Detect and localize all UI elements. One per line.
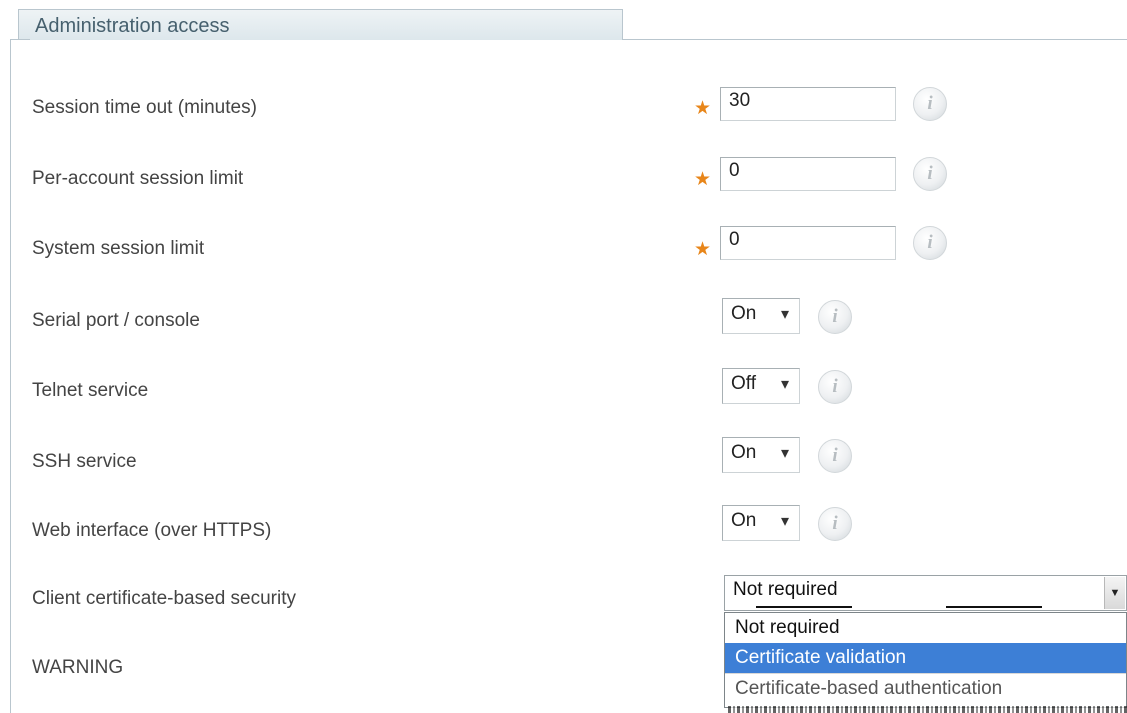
serial-port-value: On [731, 303, 757, 324]
system-limit-label: System session limit [32, 238, 205, 259]
warning-label: WARNING [32, 657, 124, 678]
section-header: Administration access [18, 9, 623, 40]
web-interface-label: Web interface (over HTTPS) [32, 520, 272, 541]
ssh-label: SSH service [32, 451, 137, 472]
section-border-tick [10, 39, 30, 40]
session-timeout-input[interactable]: 30 [720, 87, 896, 121]
telnet-select[interactable]: Off ▾ [722, 368, 800, 404]
ssh-value: On [731, 442, 757, 463]
section-border-top [622, 39, 1127, 40]
chevron-down-icon: ▾ [780, 376, 789, 393]
session-timeout-label: Session time out (minutes) [32, 97, 257, 118]
chevron-down-icon: ▾ [780, 306, 789, 323]
hidden-warning-text [728, 706, 1127, 713]
section-border-left [10, 39, 11, 713]
client-cert-value: Not required [733, 579, 838, 600]
dropdown-option-highlighted[interactable]: Certificate validation [725, 643, 1126, 673]
telnet-label: Telnet service [32, 380, 149, 401]
info-icon[interactable]: i [818, 300, 852, 334]
chevron-down-icon: ▾ [780, 513, 789, 530]
text-underline [946, 606, 1042, 608]
info-icon[interactable]: i [913, 226, 947, 260]
required-star-icon: ★ [694, 169, 712, 190]
dropdown-option[interactable]: Certificate-based authentication [725, 673, 1126, 704]
chevron-down-icon: ▾ [780, 445, 789, 462]
section-title: Administration access [35, 15, 230, 37]
chevron-down-icon[interactable]: ▼ [1104, 577, 1125, 609]
administration-access-panel: Administration access Session time out (… [0, 0, 1127, 713]
telnet-value: Off [731, 373, 756, 394]
serial-port-label: Serial port / console [32, 310, 200, 331]
info-icon[interactable]: i [818, 439, 852, 473]
required-star-icon: ★ [694, 98, 712, 119]
per-account-limit-label: Per-account session limit [32, 168, 244, 189]
info-icon[interactable]: i [818, 370, 852, 404]
info-icon[interactable]: i [818, 507, 852, 541]
system-limit-input[interactable]: 0 [720, 226, 896, 260]
client-cert-dropdown-list: Not required Certificate validation Cert… [724, 612, 1127, 708]
web-interface-value: On [731, 510, 757, 531]
serial-port-select[interactable]: On ▾ [722, 298, 800, 334]
web-interface-select[interactable]: On ▾ [722, 505, 800, 541]
info-icon[interactable]: i [913, 157, 947, 191]
required-star-icon: ★ [694, 239, 712, 260]
ssh-select[interactable]: On ▾ [722, 437, 800, 473]
info-icon[interactable]: i [913, 87, 947, 121]
per-account-limit-input[interactable]: 0 [720, 157, 896, 191]
text-underline [756, 606, 852, 608]
dropdown-option[interactable]: Not required [725, 613, 1126, 643]
client-cert-label: Client certificate-based security [32, 588, 296, 609]
